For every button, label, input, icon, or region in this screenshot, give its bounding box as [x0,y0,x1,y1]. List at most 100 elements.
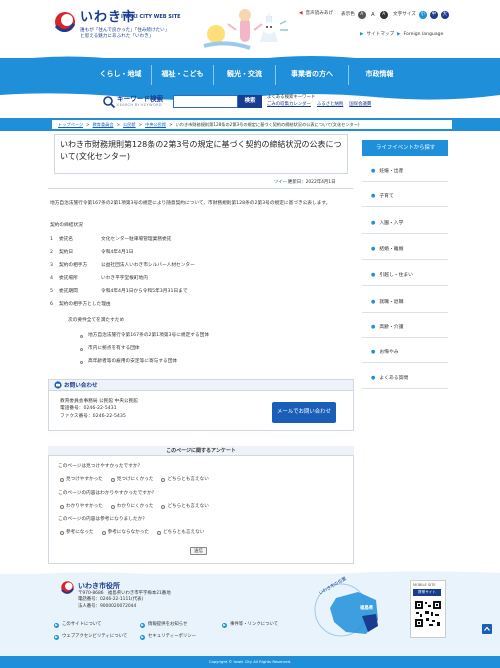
contact-tel: 電話番号：0246-22-5431 [60,406,117,412]
radio-option[interactable]: 参考になった [60,530,94,537]
speaker-icon: ◀ [299,11,303,16]
footer-link-label: 情報提供をお知らせ [148,622,188,627]
color-contrast-button[interactable]: A [379,11,388,19]
qr-code-icon [414,600,442,628]
intro-text: 地方自治法施行令第167条の2第1項第3号の規定により随意契約について、市財務規… [50,201,331,206]
mail-icon [54,381,62,389]
font-large-button[interactable]: 大 [440,11,449,19]
radio-icon [110,478,115,483]
page-top-button[interactable] [482,624,492,634]
survey-title: このページに関するアンケート [48,446,354,456]
footer-link-label: このサイトについて [62,622,102,627]
breadcrumb-link[interactable]: トップページ [58,120,83,129]
reason-item: 市内に拠点を有する団体 [80,346,140,353]
item-label: 委託期間 [59,289,78,294]
nav-item-cityinfo[interactable]: 市政情報 [349,58,410,91]
arrow-right-icon: ▶ [222,622,227,628]
item-number: 6 [50,302,53,307]
radio-option[interactable]: 見つけにくかった [110,477,153,484]
keyword-link[interactable]: 国保会議費 [349,102,371,108]
life-event-title: ライフイベントから探す [362,140,448,156]
sidebar-item-faq[interactable]: ● よくある質問 [362,368,448,389]
color-dark-button[interactable]: A [357,11,366,19]
footer-link[interactable]: ▶ セキュリティーポリシー [140,634,196,640]
arrow-right-icon: ▶ [140,634,145,640]
arrow-right-icon: ▶ [54,634,59,640]
nav-item-tourism[interactable]: 観光・交流 [214,58,275,91]
survey-question-3: このページの内容は参考になりましたか？ [58,517,147,522]
radio-label: わかりにくかった [116,504,154,509]
sidebar-item-pregnancy[interactable]: ● 妊娠・出産 [362,161,448,182]
sitemap-label: サイトマップ [366,32,395,37]
sidebar-item-childcare[interactable]: ● 子育て [362,186,448,207]
item-number: 1 [50,237,53,242]
radio-option[interactable]: どちらとも言えない [161,504,209,511]
sidebar-item-label: 入園・入学 [379,220,404,226]
sidebar-item-elderly[interactable]: ● 高齢・介護 [362,317,448,338]
chevron-right-icon: ● [371,219,376,226]
font-small-button[interactable]: 小 [418,11,427,19]
map-pref-label: 福島県 [360,606,374,611]
sidebar-item-school[interactable]: ● 入園・入学 [362,213,448,234]
item-value: 文化センター駐車場管理業務委託 [101,237,172,242]
item-label: 契約の相手方 [59,263,88,268]
chevron-right-icon: ● [371,192,376,199]
voice-reader-link[interactable]: ◀ 音声読みあげ [299,11,333,18]
breadcrumb-link[interactable]: 公民館 [123,120,136,129]
sitemap-link[interactable]: ▶ サイトマップ [360,32,394,39]
radio-option[interactable]: わかりにくかった [110,504,154,511]
breadcrumb-sep: > [86,122,90,127]
radio-icon [60,531,64,536]
item-number: 2 [50,250,53,255]
survey-submit-button[interactable]: 送信 [190,547,207,555]
radio-option[interactable]: どちらとも言えない [156,530,205,537]
sidebar-item-employment[interactable]: ● 就職・退職 [362,292,448,313]
nav-item-living[interactable]: くらし・地域 [90,58,151,91]
updated-date: 更新日：2022年4月1日 [288,180,336,185]
search-button[interactable]: 検索 [238,95,262,108]
nav-item-business[interactable]: 事業者の方へ [276,58,348,91]
sidebar-item-marriage[interactable]: ● 結婚・離婚 [362,239,448,260]
title-divider [48,188,353,189]
font-medium-button[interactable]: 中 [429,11,438,19]
foreign-language-link[interactable]: ▶ Foreign language [397,32,443,39]
sidebar-item-condolence[interactable]: ● お悔やみ [362,342,448,363]
keyword-link[interactable]: ふるさと納税 [317,102,343,108]
radio-option[interactable]: わかりやすかった [60,504,103,511]
sidebar-item-label: よくある質問 [379,375,409,381]
footer-link[interactable]: ▶ このサイトについて [54,622,101,628]
breadcrumb-sep: > [116,122,121,127]
keyword-link[interactable]: ごみの収集カレンダー [267,102,311,108]
nav-item-welfare[interactable]: 福祉・こども [152,58,213,91]
radio-icon [156,531,161,536]
chevron-right-icon: ● [371,271,376,278]
item-value: 公益社団法人いわき市シルバー人材センター [101,263,195,268]
footer-link[interactable]: ▶ 情報提供をお知らせ [140,622,187,628]
footer-link[interactable]: ▶ ウェブアクセシビリティについて [54,634,127,640]
sidebar-item-moving[interactable]: ● 引越し・住まい [362,265,448,286]
font-size-switcher: 文字サイズ 小 中 大 [393,11,449,19]
breadcrumb-link[interactable]: 教育委員会 [93,120,114,129]
radio-option[interactable]: 見つけやすかった [60,477,103,484]
mail-inquiry-button[interactable]: メールでお問い合わせ [272,402,336,423]
sidebar-item-label: 結婚・離婚 [379,246,404,252]
breadcrumb-link[interactable]: 中央公民館 [145,120,166,129]
list-item: 3 契約の相手方 公益社団法人いわき市シルバー人材センター [50,262,195,269]
radio-icon [110,505,115,510]
mobile-site-button[interactable]: 携帯サイト [413,589,441,596]
copyright: Copyright © Iwaki City All Rights Reserv… [0,656,500,668]
city-logo-icon[interactable] [53,10,77,34]
survey-question-2: このページの内容はわかりやすかったですか？ [58,491,157,496]
search-input[interactable] [173,95,238,108]
radio-option[interactable]: 参考にならなかった [101,530,149,537]
tagline-line-2: と思える魅力にあふれた「いわき」 [80,33,154,39]
sidebar-item-label: 妊娠・出産 [379,168,404,174]
radio-label: 見つけやすかった [66,477,103,482]
radio-label: わかりやすかった [66,504,103,509]
color-normal-button[interactable]: A [369,11,377,19]
footer-org-name: いわき市役所 [78,582,120,590]
radio-option[interactable]: どちらとも言えない [161,477,209,484]
sidebar-item-label: 引越し・住まい [379,272,413,278]
footer-link[interactable]: ▶ 事件等・リンクについて [222,622,278,628]
radio-label: どちらとも言えない [162,530,205,535]
